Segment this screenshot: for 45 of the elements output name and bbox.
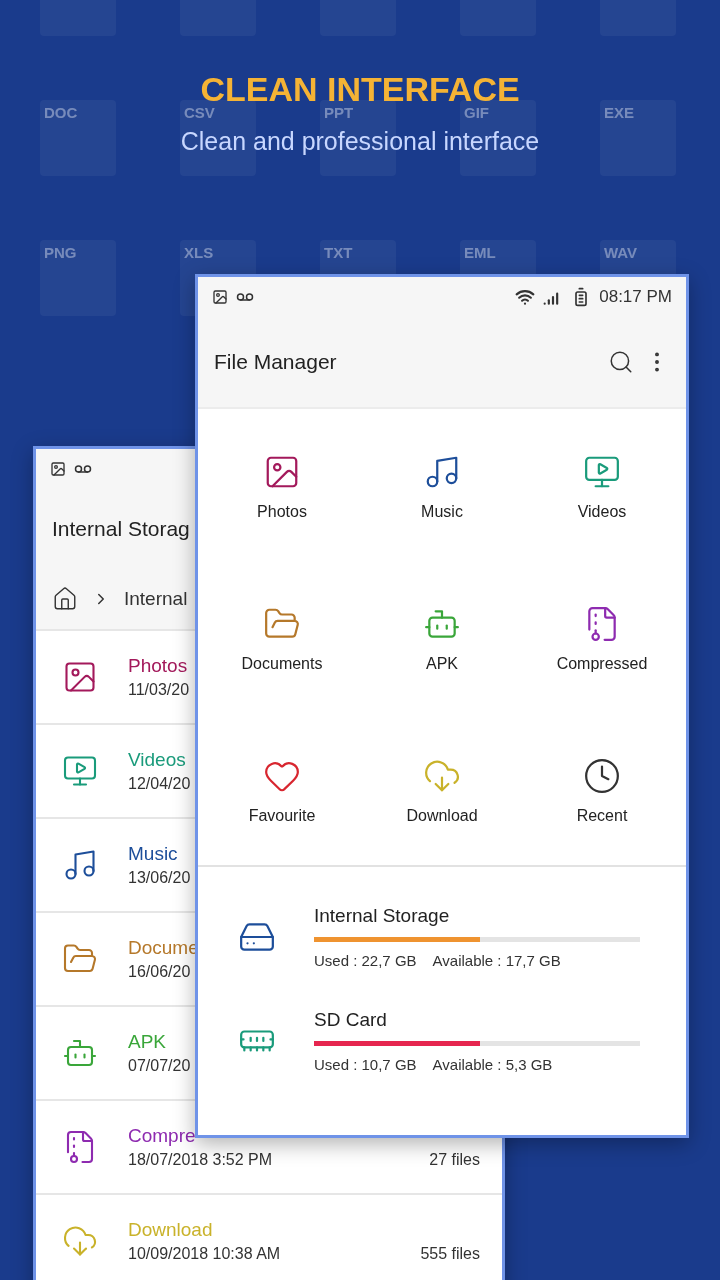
available-space: Available : 17,7 GB (432, 952, 561, 969)
app-title: File Manager (214, 350, 337, 374)
available-space: Available : 5,3 GB (432, 1056, 553, 1073)
file-type-label: WAV (604, 244, 638, 261)
file-count: 555 files (420, 1245, 480, 1263)
folder-date: 12/04/20 (128, 775, 191, 793)
folder-date: 13/06/20 (128, 869, 191, 887)
status-time: 08:17 PM (599, 287, 672, 307)
folder-date: 07/07/20 (128, 1057, 191, 1075)
folder-name[interactable]: Videos (128, 749, 186, 771)
category-button[interactable]: Favourite (202, 753, 362, 829)
breadcrumb-item[interactable]: Internal (124, 588, 188, 610)
image-icon (212, 289, 228, 305)
category-button[interactable]: Documents (202, 601, 362, 677)
used-space: Used : 22,7 GB (314, 952, 417, 969)
folder-date: 18/07/2018 3:52 PM (128, 1151, 273, 1169)
image-icon (50, 461, 66, 477)
file-type-label: PNG (44, 244, 77, 261)
category-button[interactable]: Recent (522, 753, 682, 829)
file-type-label: TXT (324, 244, 353, 261)
category-button[interactable]: Photos (202, 449, 362, 525)
folder-date: 16/06/20 (128, 963, 191, 981)
file-type-label: DOC (44, 104, 78, 121)
file-type-label: XLS (184, 244, 214, 261)
file-type-label: EML (464, 244, 496, 261)
category-button[interactable]: APK (362, 601, 522, 677)
storage-name[interactable]: SD Card (314, 1009, 640, 1031)
subtitle: Clean and professional interface (180, 127, 540, 156)
folder-name[interactable]: Compre (128, 1125, 196, 1147)
file-type-label: EXE (604, 104, 634, 121)
category-button[interactable]: Download (362, 753, 522, 829)
storage-name[interactable]: Internal Storage (314, 905, 640, 927)
used-space: Used : 10,7 GB (314, 1056, 417, 1073)
folder-date: 11/03/20 (128, 681, 190, 699)
home-icon[interactable] (52, 586, 78, 612)
folder-name[interactable]: Music (128, 843, 178, 865)
wifi-icon (515, 287, 536, 307)
folder-date: 10/09/2018 10:38 AM (128, 1245, 281, 1263)
screen-title: Internal Storag (52, 517, 190, 541)
category-button[interactable]: Music (362, 449, 522, 525)
category-button[interactable]: Videos (522, 449, 682, 525)
file-count: 27 files (429, 1151, 480, 1169)
search-icon[interactable] (608, 349, 634, 375)
category-button[interactable]: Compressed (522, 601, 682, 677)
folder-name[interactable]: Photos (128, 655, 188, 677)
